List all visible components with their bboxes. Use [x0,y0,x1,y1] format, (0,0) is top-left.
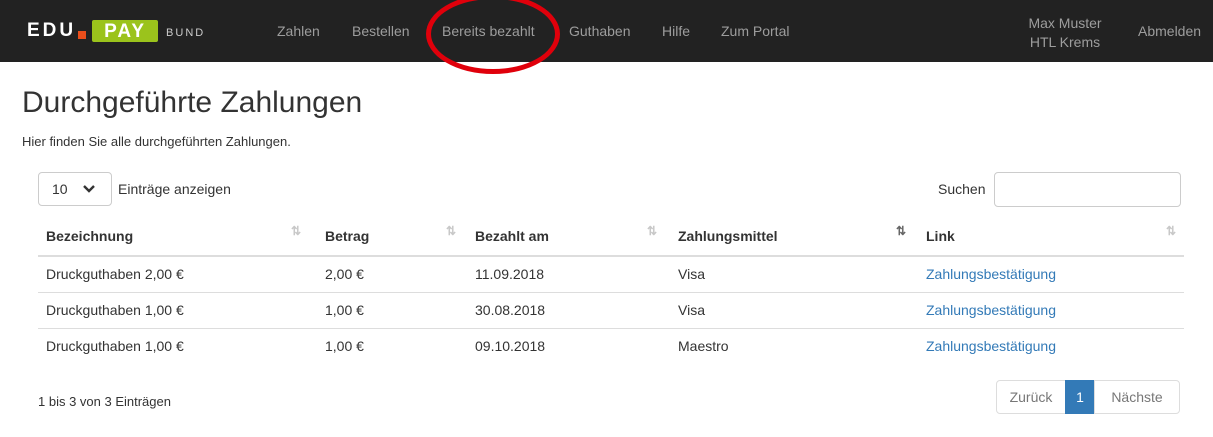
chevron-down-icon [82,185,95,193]
user-school: HTL Krems [1029,34,1101,50]
cell-name: Druckguthaben 2,00 € [46,266,184,283]
cell-date: 09.10.2018 [464,327,665,364]
cell-amount: 1,00 € [309,327,464,364]
sort-icon[interactable]: ⇅ [896,224,906,238]
pagination: Zurück 1 Nächste [996,380,1180,414]
column-header-label: Bezahlt am [475,228,549,244]
brand-logo[interactable]: EDU PAY BUND [27,18,205,44]
pagination-page-1-button[interactable]: 1 [1065,380,1095,414]
cell-name: Druckguthaben 1,00 € [38,291,309,328]
logout-link[interactable]: Abmelden [1138,23,1201,39]
column-header-label: Link [926,228,955,244]
page-length-select[interactable]: 10 [38,172,112,206]
table-row: Druckguthaben 1,00 € 1,00 € 09.10.2018 M… [38,327,1184,364]
cell-amount: 1,00 € [309,291,464,328]
column-header-label: Bezeichnung [46,228,134,244]
user-info[interactable]: Max Muster HTL Krems [1020,14,1110,52]
brand-edu-text: EDU [27,20,77,41]
cell-method: Visa [665,291,914,328]
search-label: Suchen [938,181,986,197]
nav-item-hilfe[interactable]: Hilfe [662,23,690,39]
top-navbar: EDU PAY BUND Zahlen Bestellen Bereits be… [0,0,1213,62]
page-subtitle: Hier finden Sie alle durchgeführten Zahl… [22,134,291,149]
sort-icon[interactable]: ⇅ [1166,224,1176,238]
highlight-circle-annotation [426,0,560,74]
column-header-bezahlt-am[interactable]: Bezahlt am ⇅ [464,217,665,257]
cell-date: 11.09.2018 [475,266,545,283]
search-input[interactable] [994,172,1181,207]
sort-icon[interactable]: ⇅ [291,224,301,238]
table-row: Druckguthaben 1,00 € 1,00 € 30.08.2018 V… [38,291,1184,328]
column-header-link[interactable]: Link ⇅ [914,217,1184,257]
column-header-zahlungsmittel[interactable]: Zahlungsmittel ⇅ [665,217,914,257]
column-header-betrag[interactable]: Betrag ⇅ [309,217,464,257]
user-name: Max Muster [1028,15,1102,31]
cell-method: Maestro [665,327,914,364]
nav-item-guthaben[interactable]: Guthaben [569,23,631,39]
page-length-label: Einträge anzeigen [118,181,231,197]
nav-item-zahlen[interactable]: Zahlen [277,23,320,39]
cell-method: Visa [678,266,705,283]
table-info: 1 bis 3 von 3 Einträgen [38,394,171,409]
pagination-next-button[interactable]: Nächste [1094,380,1180,414]
cell-name: Druckguthaben 1,00 € [38,327,309,364]
payment-confirmation-link[interactable]: Zahlungsbestätigung [926,338,1056,354]
page-title: Durchgeführte Zahlungen [22,86,363,119]
pagination-prev-button[interactable]: Zurück [996,380,1066,414]
table-row: Druckguthaben 2,00 € 2,00 € 11.09.2018 V… [38,256,1184,292]
column-header-label: Betrag [325,228,370,244]
payment-confirmation-link[interactable]: Zahlungsbestätigung [926,266,1056,282]
page-length-value: 10 [52,181,68,197]
brand-pay-text: PAY [92,20,159,42]
brand-dot-icon [78,31,87,39]
nav-item-bestellen[interactable]: Bestellen [352,23,410,39]
cell-date: 30.08.2018 [464,291,665,328]
nav-item-zum-portal[interactable]: Zum Portal [721,23,789,39]
payments-table: Bezeichnung ⇅ Betrag ⇅ Bezahlt am ⇅ Zahl… [38,217,1184,364]
column-header-label: Zahlungsmittel [678,228,778,244]
payment-confirmation-link[interactable]: Zahlungsbestätigung [926,302,1056,318]
cell-amount: 2,00 € [325,266,364,283]
brand-bund-text: BUND [166,27,206,39]
column-header-bezeichnung[interactable]: Bezeichnung ⇅ [38,217,309,257]
table-header-row: Bezeichnung ⇅ Betrag ⇅ Bezahlt am ⇅ Zahl… [38,217,1184,257]
sort-icon[interactable]: ⇅ [647,224,657,238]
sort-icon[interactable]: ⇅ [446,224,456,238]
